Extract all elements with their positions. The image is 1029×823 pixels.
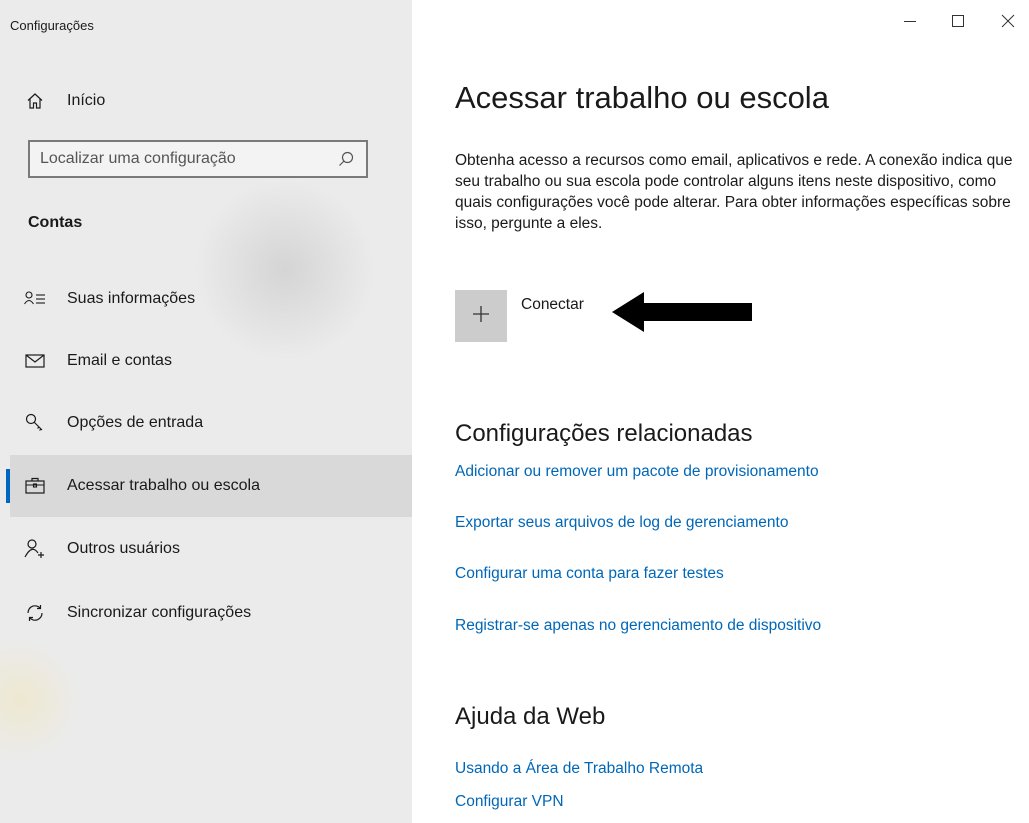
related-settings-heading: Configurações relacionadas [455,420,753,447]
home-nav-item[interactable]: Início [10,70,412,132]
link-remote-desktop[interactable]: Usando a Área de Trabalho Remota [455,760,703,778]
briefcase-icon [24,475,46,497]
search-box[interactable] [28,140,368,178]
sidebar-item-label: Outros usuários [67,540,180,557]
web-help-heading: Ajuda da Web [455,703,606,730]
plus-icon [471,304,491,329]
sidebar-item-label: Acessar trabalho ou escola [67,477,260,494]
home-label: Início [67,92,106,109]
section-heading-accounts: Contas [28,214,83,231]
sidebar-item-label: Suas informações [67,290,196,307]
link-device-management-enroll[interactable]: Registrar-se apenas no gerenciamento de … [455,617,821,635]
sidebar-item-other-users[interactable]: Outros usuários [10,518,412,580]
sidebar-item-email-accounts[interactable]: Email e contas [10,330,412,392]
sidebar-item-label: Email e contas [67,352,172,369]
minimize-button[interactable] [892,8,928,38]
key-icon [24,412,46,434]
person-info-icon [24,288,46,310]
sidebar-item-work-school[interactable]: Acessar trabalho ou escola [6,455,412,517]
sidebar-item-sync-settings[interactable]: Sincronizar configurações [10,582,412,644]
window-title: Configurações [10,18,94,33]
maximize-button[interactable] [940,8,976,38]
page-title: Acessar trabalho ou escola [455,80,829,115]
sidebar-item-sign-in-options[interactable]: Opções de entrada [10,392,412,454]
search-input[interactable] [30,149,334,169]
maximize-icon [951,14,965,33]
sidebar-item-your-info[interactable]: Suas informações [10,268,412,330]
link-test-account[interactable]: Configurar uma conta para fazer testes [455,565,724,583]
sidebar-item-label: Opções de entrada [67,414,204,431]
annotation-arrow-icon [612,292,752,332]
search-icon[interactable] [334,147,358,171]
home-icon [24,90,46,112]
minimize-icon [903,14,917,33]
mail-icon [24,350,46,372]
connect-button[interactable] [455,290,507,342]
add-person-icon [24,538,46,560]
sidebar-item-label: Sincronizar configurações [67,604,252,621]
link-export-log-files[interactable]: Exportar seus arquivos de log de gerenci… [455,514,788,532]
page-description: Obtenha acesso a recursos como email, ap… [455,152,1013,232]
close-icon [1001,14,1015,33]
link-provisioning-package[interactable]: Adicionar ou remover um pacote de provis… [455,463,819,481]
sync-icon [24,602,46,624]
link-configure-vpn[interactable]: Configurar VPN [455,793,564,811]
close-button[interactable] [990,8,1026,38]
connect-label[interactable]: Conectar [521,296,584,314]
sidebar: Configurações Início Contas Suas informa… [0,0,412,823]
